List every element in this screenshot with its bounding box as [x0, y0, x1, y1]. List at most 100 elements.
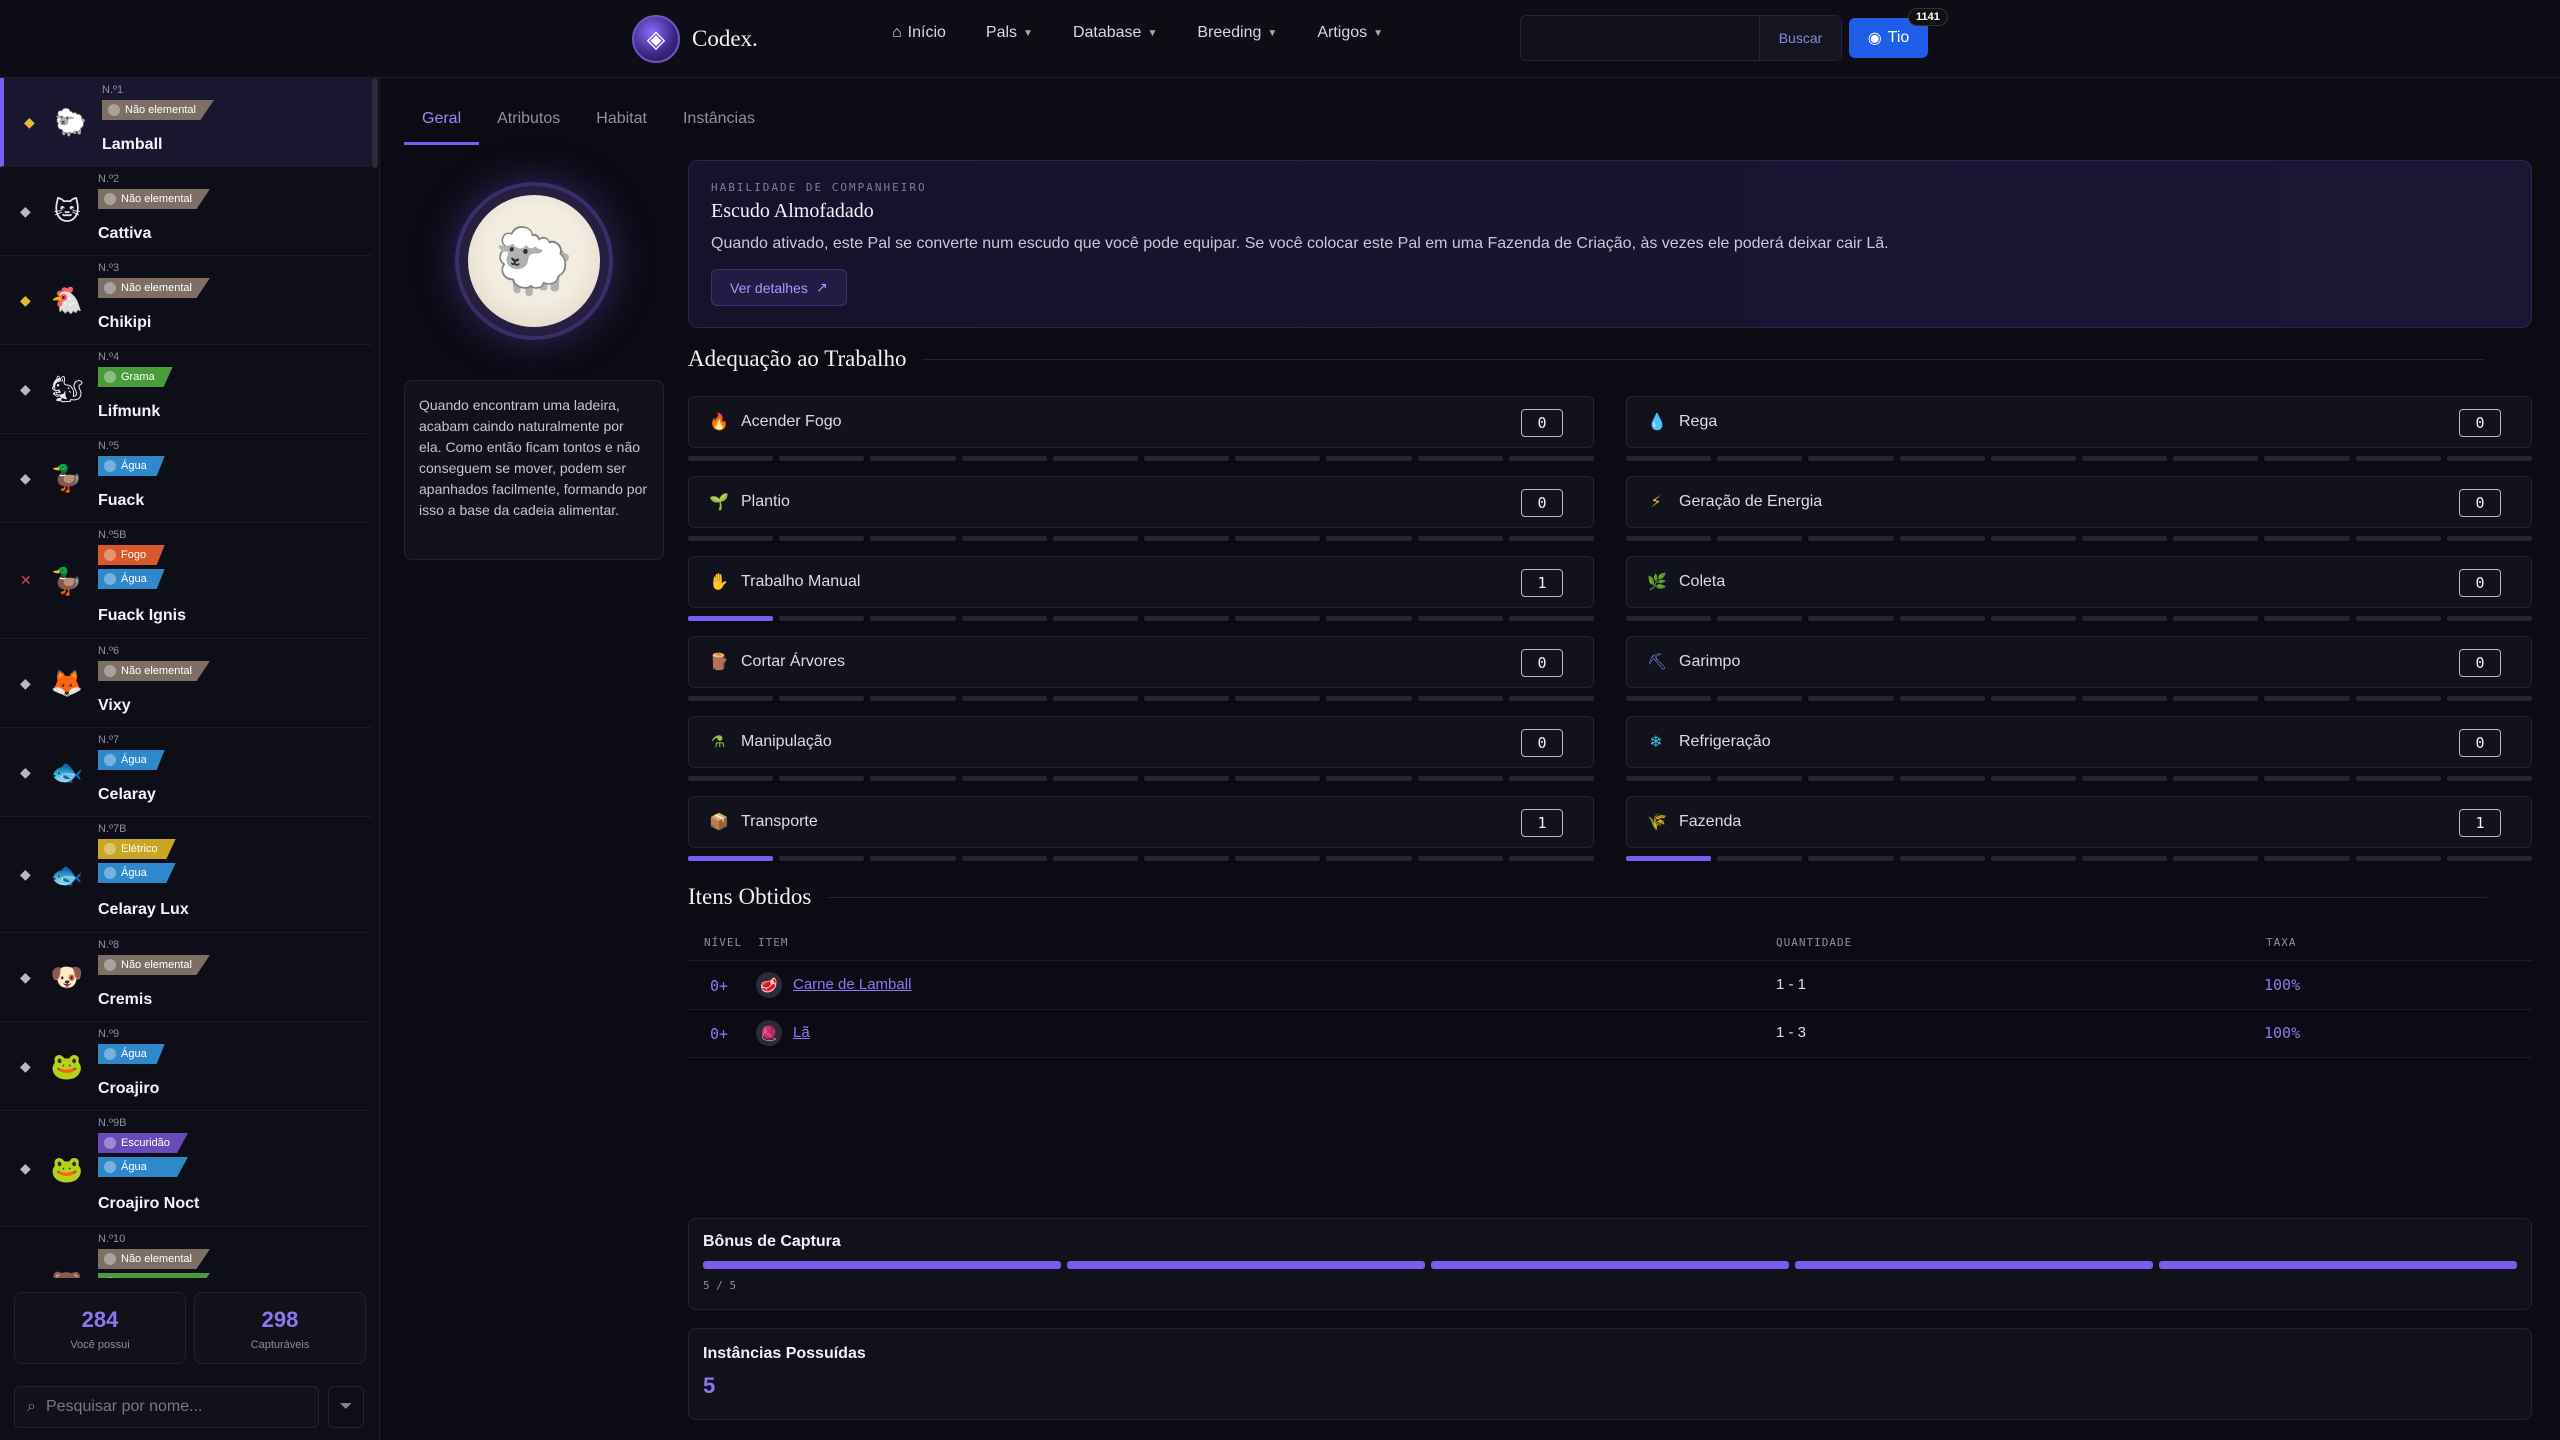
- work-suitability-item: ⚡ Geração de Energia 0: [1626, 476, 2532, 528]
- work-level-value: 1: [1521, 569, 1563, 597]
- pal-list-item[interactable]: ◆ 🐻 N.º10 Não elemental: [0, 1227, 372, 1278]
- work-name: Refrigeração: [1679, 733, 1771, 750]
- work-level-segment: [961, 456, 1047, 461]
- element-icon: [104, 549, 116, 561]
- pal-search-input[interactable]: [45, 1398, 296, 1416]
- work-level-segment: [961, 616, 1047, 621]
- pal-list-item[interactable]: ◆ 🐶 N.º8 Não elemental Cremis: [0, 933, 372, 1022]
- brand-logo[interactable]: ◈ Codex.: [632, 14, 758, 64]
- work-level-bar: [1626, 856, 2533, 861]
- work-name: Fazenda: [1679, 813, 1742, 830]
- work-level-bar: [688, 696, 1595, 701]
- work-level-segment: [2355, 856, 2441, 861]
- status-diamond-icon: ◆: [20, 1160, 31, 1176]
- filter-button[interactable]: ⏷: [328, 1386, 364, 1428]
- work-level-segment: [779, 776, 865, 781]
- work-suitability-item: ❄ Refrigeração 0: [1626, 716, 2532, 768]
- pal-list-item[interactable]: ◆ 🐑 N.º1 Não elemental Lamball: [0, 78, 372, 167]
- work-level-segment: [1235, 536, 1321, 541]
- work-level-bar: [688, 536, 1595, 541]
- item-link[interactable]: Carne de Lamball: [793, 976, 911, 993]
- work-level-segment: [1990, 696, 2077, 701]
- work-level-segment: [2082, 776, 2168, 781]
- pal-list-item[interactable]: ◆ 🦊 N.º6 Não elemental Vixy: [0, 639, 372, 728]
- sidebar-scrollbar[interactable]: [372, 78, 378, 168]
- water-icon: 💧: [1647, 414, 1667, 431]
- item-icon: 🧶: [756, 1020, 782, 1046]
- tab-geral[interactable]: Geral: [404, 100, 480, 145]
- work-level-segment: [2264, 856, 2350, 861]
- nav-pals[interactable]: Pals ▼: [986, 24, 1033, 42]
- pal-number: N.º2: [98, 173, 120, 185]
- type-badge: Não elemental: [98, 1249, 210, 1269]
- tab-atributos[interactable]: Atributos: [479, 100, 578, 145]
- work-level-segment: [1144, 456, 1230, 461]
- pal-types: Não elemental: [98, 955, 210, 975]
- notification-badge: 1141: [1908, 8, 1948, 26]
- element-icon: [104, 754, 116, 766]
- pal-list-item[interactable]: ◆ 🐸 N.º9 Água Croajiro: [0, 1022, 372, 1111]
- work-level-segment: [1326, 536, 1412, 541]
- pal-number: N.º9: [98, 1028, 120, 1040]
- tab-instancias[interactable]: Instâncias: [665, 100, 773, 145]
- work-level-segment: [1508, 776, 1595, 781]
- search-button[interactable]: Buscar: [1759, 16, 1841, 60]
- work-level-segment: [1235, 456, 1321, 461]
- work-level-segment: [1508, 856, 1595, 861]
- fire-icon: 🔥: [709, 414, 729, 431]
- pal-avatar: 🐟: [50, 859, 84, 890]
- pal-types: Elétrico Água: [98, 839, 176, 883]
- item-link[interactable]: Lã: [793, 1024, 810, 1041]
- work-level-value: 0: [2459, 569, 2501, 597]
- pal-list-item[interactable]: ◆ 🐸 N.º9B Escuridão Água Croajiro Noct: [0, 1111, 372, 1227]
- pal-number: N.º3: [98, 262, 120, 274]
- pal-list-item[interactable]: ◆ 🐟 N.º7 Água Celaray: [0, 728, 372, 817]
- work-level-segment: [688, 776, 774, 781]
- work-suitability-item: ⛏ Garimpo 0: [1626, 636, 2532, 688]
- item-quantity: 1 - 1: [1776, 976, 1807, 993]
- status-diamond-icon: ◆: [20, 202, 31, 219]
- work-level-segment: [2173, 856, 2259, 861]
- work-level-segment: [1990, 856, 2077, 861]
- pal-number: N.º6: [98, 645, 120, 657]
- pal-list-item[interactable]: ◆ 🐔 N.º3 Não elemental Chikipi: [0, 256, 372, 345]
- type-badge: Água: [98, 863, 176, 883]
- nav-articles[interactable]: Artigos ▼: [1317, 24, 1383, 42]
- type-badge: Água: [98, 569, 165, 589]
- work-level-segment: [688, 856, 774, 861]
- codex-logo-icon: ◈: [632, 15, 680, 63]
- work-level-segment: [688, 456, 774, 461]
- top-search-input[interactable]: [1521, 16, 1759, 60]
- pal-avatar: 🐿: [50, 374, 84, 404]
- capture-segment: [2159, 1261, 2517, 1269]
- nav-breeding[interactable]: Breeding ▼: [1197, 24, 1277, 42]
- pal-list-item[interactable]: ✕ 🦆 N.º5B Fogo Água Fuack Ignis: [0, 523, 372, 639]
- item-level: 0+: [710, 1025, 729, 1043]
- work-suitability-item: 🌱 Plantio 0: [688, 476, 1594, 528]
- work-level-segment: [779, 696, 865, 701]
- work-level-segment: [1417, 616, 1503, 621]
- item-quantity: 1 - 3: [1776, 1024, 1807, 1041]
- pal-name: Vixy: [98, 697, 131, 714]
- nav-home[interactable]: ⌂ Início: [892, 24, 946, 42]
- pal-list-item[interactable]: ◆ 🦆 N.º5 Água Fuack: [0, 434, 372, 523]
- pal-types: Não elemental: [98, 189, 210, 209]
- work-level-segment: [2355, 696, 2441, 701]
- capture-segment: [1795, 1261, 2153, 1269]
- col-level: NÍVEL: [704, 936, 743, 949]
- pal-name: Fuack Ignis: [98, 607, 187, 624]
- nav-database[interactable]: Database ▼: [1073, 24, 1157, 42]
- pal-list-item[interactable]: ◆ 🐟 N.º7B Elétrico Água Celaray Lux: [0, 817, 372, 933]
- work-level-segment: [1899, 776, 1985, 781]
- status-diamond-icon: ◆: [20, 968, 31, 985]
- work-level-segment: [779, 856, 865, 861]
- view-details-button[interactable]: Ver detalhes ↗: [711, 269, 847, 306]
- work-level-segment: [2082, 456, 2168, 461]
- tab-habitat[interactable]: Habitat: [578, 100, 665, 145]
- work-level-value: 0: [1521, 649, 1563, 677]
- owned-stat: 284 Você possui: [14, 1292, 186, 1364]
- pal-list-item[interactable]: ◆ 🐱 N.º2 Não elemental Cattiva: [0, 167, 372, 256]
- partner-skill-description: Quando ativado, este Pal se converte num…: [711, 235, 1889, 252]
- pal-list-item[interactable]: ◆ 🐿 N.º4 Grama Lifmunk: [0, 345, 372, 434]
- type-badge: Escuridão: [98, 1133, 188, 1153]
